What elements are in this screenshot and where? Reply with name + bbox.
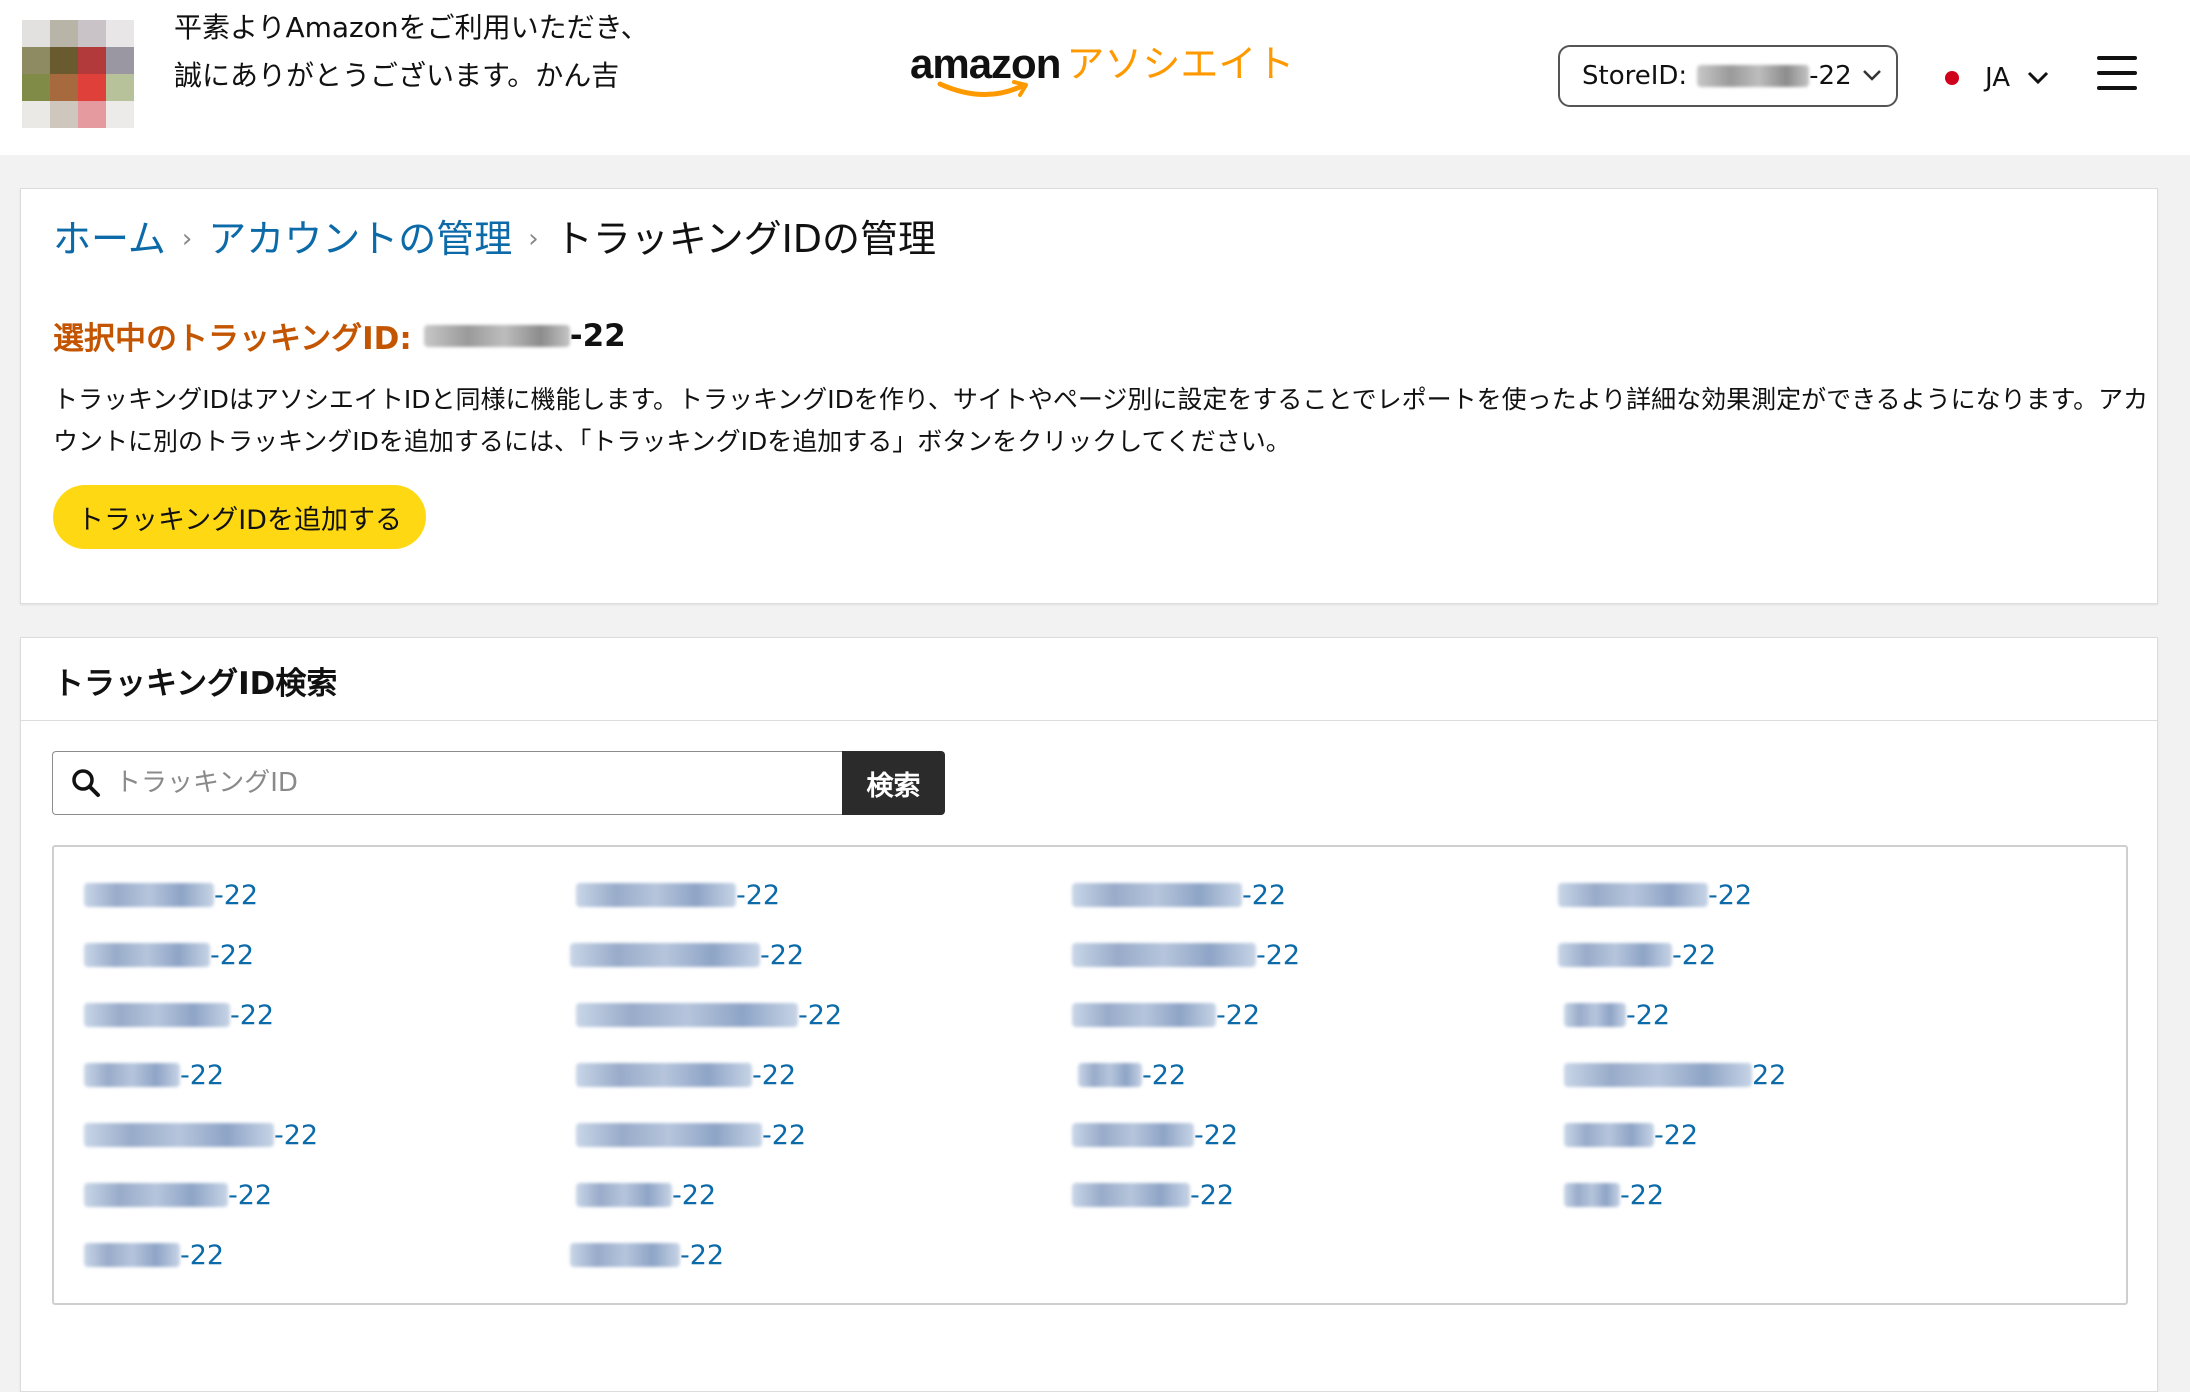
tracking-id-redacted	[576, 1183, 672, 1207]
tracking-id-link[interactable]: -22	[1564, 1177, 1664, 1213]
tracking-id-redacted	[570, 1243, 680, 1267]
tracking-id-search-panel: トラッキングID検索 検索 -22 -22 -22 -22 -22 -22 -2…	[20, 637, 2158, 1392]
chevron-down-icon	[1863, 70, 1881, 81]
search-icon	[72, 769, 100, 797]
store-id-redacted	[1697, 65, 1810, 87]
top-header: 平素よりAmazonをご利用いただき、誠にありがとうございます。かん吉 amaz…	[0, 0, 2190, 155]
amazon-smile-icon	[937, 80, 1028, 97]
tracking-id-link[interactable]: -22	[576, 1057, 796, 1093]
tracking-id-redacted	[84, 1063, 180, 1087]
tracking-id-link[interactable]: -22	[1072, 997, 1260, 1033]
chevron-down-icon	[2027, 71, 2049, 85]
tracking-id-link[interactable]: -22	[1558, 877, 1752, 913]
tracking-id-link[interactable]: -22	[84, 1117, 318, 1153]
tracking-id-link[interactable]: -22	[84, 1237, 224, 1273]
tracking-id-redacted	[570, 943, 760, 967]
tracking-id-link[interactable]: 22	[1564, 1057, 1786, 1093]
breadcrumb-separator-icon: ›	[181, 224, 193, 254]
tracking-id-management-panel: ホーム › アカウントの管理 › トラッキングIDの管理 選択中のトラッキングI…	[20, 188, 2158, 604]
search-heading: トラッキングID検索	[53, 666, 338, 702]
language-label: JA	[1985, 63, 2010, 93]
tracking-id-link[interactable]: -22	[576, 1117, 806, 1153]
tracking-id-redacted	[576, 1063, 752, 1087]
amazon-associates-logo[interactable]: amazon アソシエイト	[910, 36, 1294, 106]
tracking-id-link[interactable]: -22	[1558, 937, 1716, 973]
tracking-id-redacted	[1072, 1123, 1194, 1147]
search-box[interactable]	[52, 751, 842, 815]
tracking-id-link[interactable]: -22	[84, 1057, 224, 1093]
breadcrumb-separator-icon: ›	[528, 224, 539, 254]
tracking-id-link[interactable]: -22	[1078, 1057, 1186, 1093]
divider	[21, 720, 2157, 721]
tracking-id-redacted	[576, 1003, 798, 1027]
selected-tracking-id: 選択中のトラッキングID: -22	[53, 313, 626, 358]
tracking-id-link[interactable]: -22	[1072, 1177, 1234, 1213]
language-selector[interactable]: JA	[1945, 58, 2050, 98]
tracking-id-redacted	[1564, 1183, 1620, 1207]
tracking-id-redacted	[1558, 943, 1672, 967]
store-id-select[interactable]: StoreID: -22	[1558, 45, 1898, 107]
selected-tracking-id-suffix: -22	[569, 317, 626, 354]
tracking-id-link[interactable]: -22	[1564, 997, 1670, 1033]
tracking-id-link[interactable]: -22	[84, 937, 254, 973]
tracking-id-redacted	[1558, 883, 1708, 907]
page-title: トラッキングIDの管理	[554, 217, 937, 261]
tracking-id-redacted	[84, 1123, 274, 1147]
logo-associates-text: アソシエイト	[1066, 42, 1295, 86]
tracking-id-link[interactable]: -22	[84, 997, 274, 1033]
tracking-id-redacted	[84, 883, 214, 907]
tracking-id-redacted	[84, 1183, 228, 1207]
tracking-id-redacted	[576, 1123, 762, 1147]
tracking-id-link[interactable]: -22	[1072, 1117, 1238, 1153]
tracking-id-redacted	[1564, 1123, 1654, 1147]
tracking-id-link[interactable]: -22	[576, 997, 842, 1033]
selected-tracking-id-redacted	[423, 324, 570, 347]
add-tracking-id-button[interactable]: トラッキングIDを追加する	[53, 485, 426, 549]
store-id-label: StoreID:	[1582, 61, 1688, 91]
tracking-id-link[interactable]: -22	[570, 937, 804, 973]
tracking-id-redacted	[1072, 1003, 1216, 1027]
tracking-id-redacted	[576, 883, 736, 907]
search-input[interactable]	[115, 768, 795, 798]
tracking-id-link[interactable]: -22	[1072, 937, 1300, 973]
tracking-id-redacted	[1078, 1063, 1142, 1087]
description-text: トラッキングIDはアソシエイトIDと同様に機能します。トラッキングIDを作り、サ…	[53, 385, 2149, 456]
store-id-suffix: -22	[1809, 61, 1852, 91]
tracking-id-redacted	[84, 1003, 230, 1027]
tracking-id-redacted	[1072, 943, 1256, 967]
menu-icon[interactable]	[2097, 56, 2137, 96]
greeting-text: 平素よりAmazonをご利用いただき、誠にありがとうございます。かん吉	[174, 11, 649, 92]
tracking-id-link[interactable]: -22	[570, 1237, 724, 1273]
tracking-id-link[interactable]: -22	[576, 1177, 716, 1213]
search-button[interactable]: 検索	[842, 751, 945, 815]
tracking-id-link[interactable]: -22	[576, 877, 780, 913]
breadcrumb-account-link[interactable]: アカウントの管理	[208, 211, 512, 267]
tracking-id-redacted	[84, 943, 210, 967]
avatar[interactable]	[22, 20, 134, 128]
breadcrumb-home-link[interactable]: ホーム	[53, 211, 166, 267]
tracking-id-redacted	[1072, 883, 1242, 907]
japan-flag-icon	[1945, 71, 1959, 85]
tracking-id-redacted	[1564, 1003, 1626, 1027]
tracking-id-redacted	[1564, 1063, 1752, 1087]
tracking-id-link[interactable]: -22	[1072, 877, 1286, 913]
breadcrumb: ホーム › アカウントの管理 › トラッキングIDの管理	[53, 211, 936, 267]
selected-tracking-id-label: 選択中のトラッキングID:	[53, 321, 412, 357]
tracking-id-redacted	[1072, 1183, 1190, 1207]
tracking-id-list: -22 -22 -22 -22 -22 -22 -22 -22 -22 -22 …	[52, 845, 2128, 1305]
tracking-id-link[interactable]: -22	[84, 1177, 272, 1213]
tracking-id-link[interactable]: -22	[1564, 1117, 1698, 1153]
tracking-id-link[interactable]: -22	[84, 877, 258, 913]
tracking-id-redacted	[84, 1243, 180, 1267]
